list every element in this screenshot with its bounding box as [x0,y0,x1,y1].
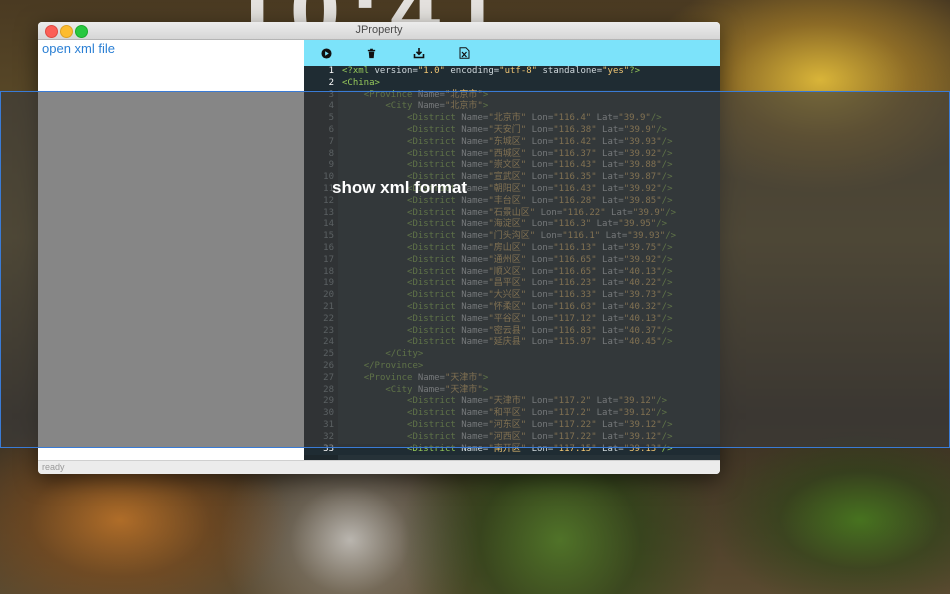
code-line[interactable]: 2 <China> [304,77,720,90]
delete-button[interactable] [363,45,379,61]
run-button[interactable] [318,45,334,61]
status-bar: ready [38,460,720,474]
caption-overlay: show xml format [0,91,950,448]
line-number: 1 [328,66,334,76]
overlay-caption: show xml format [332,178,468,197]
line-text: <China> [342,77,380,88]
play-icon [320,47,332,59]
status-text: ready [42,462,65,472]
xml-file-icon [459,47,469,59]
line-number: 2 [328,77,334,88]
trash-icon [367,48,375,58]
save-button[interactable] [411,45,427,61]
title-bar[interactable]: JProperty [38,22,720,40]
editor-toolbar [304,40,720,66]
line-text: <?xml version="1.0" encoding="utf-8" sta… [342,66,641,76]
open-xml-file-link[interactable]: open xml file [42,41,115,56]
download-icon [413,48,425,59]
window-title: JProperty [355,24,403,36]
code-line[interactable]: 1 <?xml version="1.0" encoding="utf-8" st… [304,66,720,78]
export-xml-button[interactable] [456,45,472,61]
